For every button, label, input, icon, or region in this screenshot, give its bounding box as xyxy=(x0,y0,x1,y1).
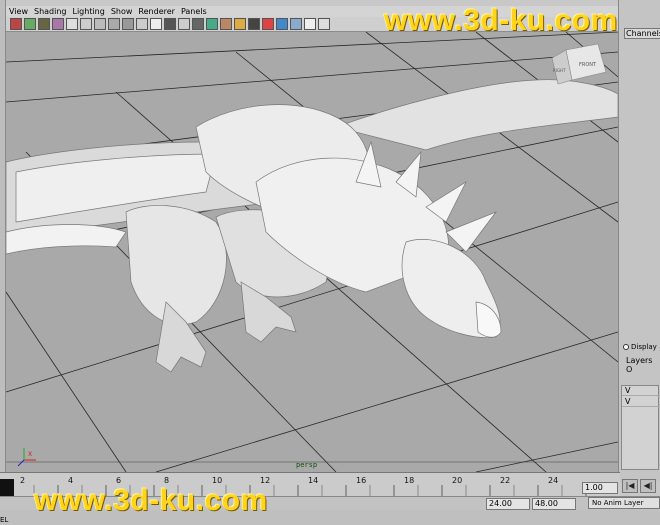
layer-row[interactable]: V xyxy=(622,397,660,407)
safe-action-icon[interactable] xyxy=(136,18,148,30)
high-quality-icon[interactable] xyxy=(276,18,288,30)
menu-show[interactable]: Show xyxy=(111,6,133,17)
command-line-label: EL xyxy=(0,516,9,524)
display-radio[interactable]: Display xyxy=(623,343,657,351)
resolution-gate-icon[interactable] xyxy=(94,18,106,30)
gate-mask-icon[interactable] xyxy=(108,18,120,30)
layers-menu[interactable]: Layers O xyxy=(626,356,660,374)
xray-icon[interactable] xyxy=(206,18,218,30)
camera-name-label: persp xyxy=(296,461,318,469)
shadows-icon[interactable] xyxy=(248,18,260,30)
motion-blur-icon[interactable] xyxy=(304,18,316,30)
display-radio-label: Display xyxy=(631,343,657,351)
grid-icon[interactable] xyxy=(66,18,78,30)
camera-attributes-icon[interactable] xyxy=(24,18,36,30)
menu-panels[interactable]: Panels xyxy=(181,6,207,17)
isolate-select-icon[interactable] xyxy=(262,18,274,30)
menu-renderer[interactable]: Renderer xyxy=(138,6,175,17)
current-time-marker[interactable] xyxy=(0,479,14,497)
viewport-scene: FRONT RIGHT X xyxy=(6,32,618,472)
view-cube-right-label: RIGHT xyxy=(553,68,566,73)
wireframe-on-shaded-icon[interactable] xyxy=(192,18,204,30)
timeline-tick-label: 14 xyxy=(308,476,318,485)
persp-viewport[interactable]: FRONT RIGHT X xyxy=(6,32,618,472)
safe-title-icon[interactable] xyxy=(150,18,162,30)
anti-alias-icon[interactable] xyxy=(318,18,330,30)
menu-shading[interactable]: Shading xyxy=(34,6,67,17)
smooth-shade-icon[interactable] xyxy=(178,18,190,30)
layer-list: V V xyxy=(621,385,660,470)
playback-end-field[interactable]: 24.00 xyxy=(486,498,530,510)
timeline-tick-label: 16 xyxy=(356,476,366,485)
timeline-tick-label: 24 xyxy=(548,476,558,485)
textured-icon[interactable] xyxy=(220,18,232,30)
layer-visibility-toggle[interactable]: V xyxy=(625,386,630,395)
anim-layer-dropdown[interactable]: No Anim Layer xyxy=(588,497,660,509)
channel-box-panel: Channels Display Layers O V V xyxy=(618,0,660,482)
menu-view[interactable]: View xyxy=(9,6,28,17)
use-lights-icon[interactable] xyxy=(234,18,246,30)
step-back-button[interactable]: ◀| xyxy=(640,479,656,493)
film-gate-icon[interactable] xyxy=(80,18,92,30)
bookmarks-icon[interactable] xyxy=(38,18,50,30)
channels-tab[interactable]: Channels xyxy=(624,28,660,39)
select-camera-icon[interactable] xyxy=(10,18,22,30)
go-to-start-button[interactable]: |◀ xyxy=(622,479,638,493)
layer-visibility-toggle[interactable]: V xyxy=(625,397,630,406)
playback-controls: |◀ ◀| xyxy=(622,479,656,493)
current-frame-field[interactable]: 1.00 xyxy=(582,482,618,494)
watermark-top: www.3d-ku.com xyxy=(384,4,618,37)
timeline-tick-label: 20 xyxy=(452,476,462,485)
menu-lighting[interactable]: Lighting xyxy=(72,6,104,17)
axis-x-label: X xyxy=(28,451,32,458)
field-chart-icon[interactable] xyxy=(122,18,134,30)
display-radio-dot[interactable] xyxy=(623,344,629,350)
view-cube-front-label: FRONT xyxy=(579,62,597,68)
watermark-bottom: www.3d-ku.com xyxy=(34,484,268,517)
timeline-tick-label: 2 xyxy=(20,476,25,485)
timeline-tick-label: 18 xyxy=(404,476,414,485)
layers-menu-overflow: O xyxy=(626,365,633,374)
ambient-occlusion-icon[interactable] xyxy=(290,18,302,30)
image-plane-icon[interactable] xyxy=(52,18,64,30)
layers-menu-label: Layers xyxy=(626,356,653,365)
timeline-tick-label: 22 xyxy=(500,476,510,485)
layer-row[interactable]: V xyxy=(622,386,660,396)
wireframe-icon[interactable] xyxy=(164,18,176,30)
animation-end-field[interactable]: 48.00 xyxy=(532,498,576,510)
